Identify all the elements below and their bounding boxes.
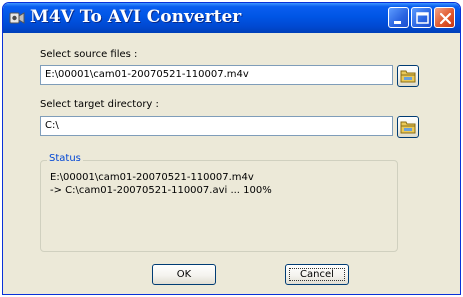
minimize-icon — [394, 21, 401, 24]
source-files-input[interactable]: E:\00001\cam01-20070521-110007.m4v — [40, 65, 393, 85]
title-bar[interactable]: M4V To AVI Converter — [3, 3, 460, 33]
folder-icon — [400, 121, 416, 134]
maximize-button[interactable] — [411, 7, 432, 28]
status-progress-line: -> C:\cam01-20070521-110007.avi ... 100% — [50, 185, 272, 196]
app-icon — [9, 10, 25, 26]
target-directory-input[interactable]: C:\ — [40, 116, 393, 136]
maximize-icon — [416, 12, 429, 24]
close-icon — [439, 12, 452, 25]
target-directory-label: Select target directory : — [40, 99, 159, 110]
status-title: Status — [47, 153, 83, 164]
source-files-label: Select source files : — [40, 49, 138, 60]
status-groupbox: Status E:\00001\cam01-20070521-110007.m4… — [40, 153, 398, 252]
focus-rectangle — [289, 268, 345, 281]
close-button[interactable] — [434, 7, 455, 28]
folder-icon — [400, 70, 416, 83]
browse-source-button[interactable] — [397, 65, 419, 87]
window-title: M4V To AVI Converter — [30, 7, 242, 27]
ok-button[interactable]: OK — [152, 264, 216, 285]
dialog-body: Select source files : E:\00001\cam01-200… — [6, 33, 457, 291]
cancel-button[interactable]: Cancel — [285, 264, 349, 285]
converter-window: M4V To AVI Converter Select source files… — [2, 2, 461, 295]
minimize-button[interactable] — [388, 7, 409, 28]
status-source-line: E:\00001\cam01-20070521-110007.m4v — [50, 172, 254, 183]
browse-target-button[interactable] — [397, 116, 419, 138]
